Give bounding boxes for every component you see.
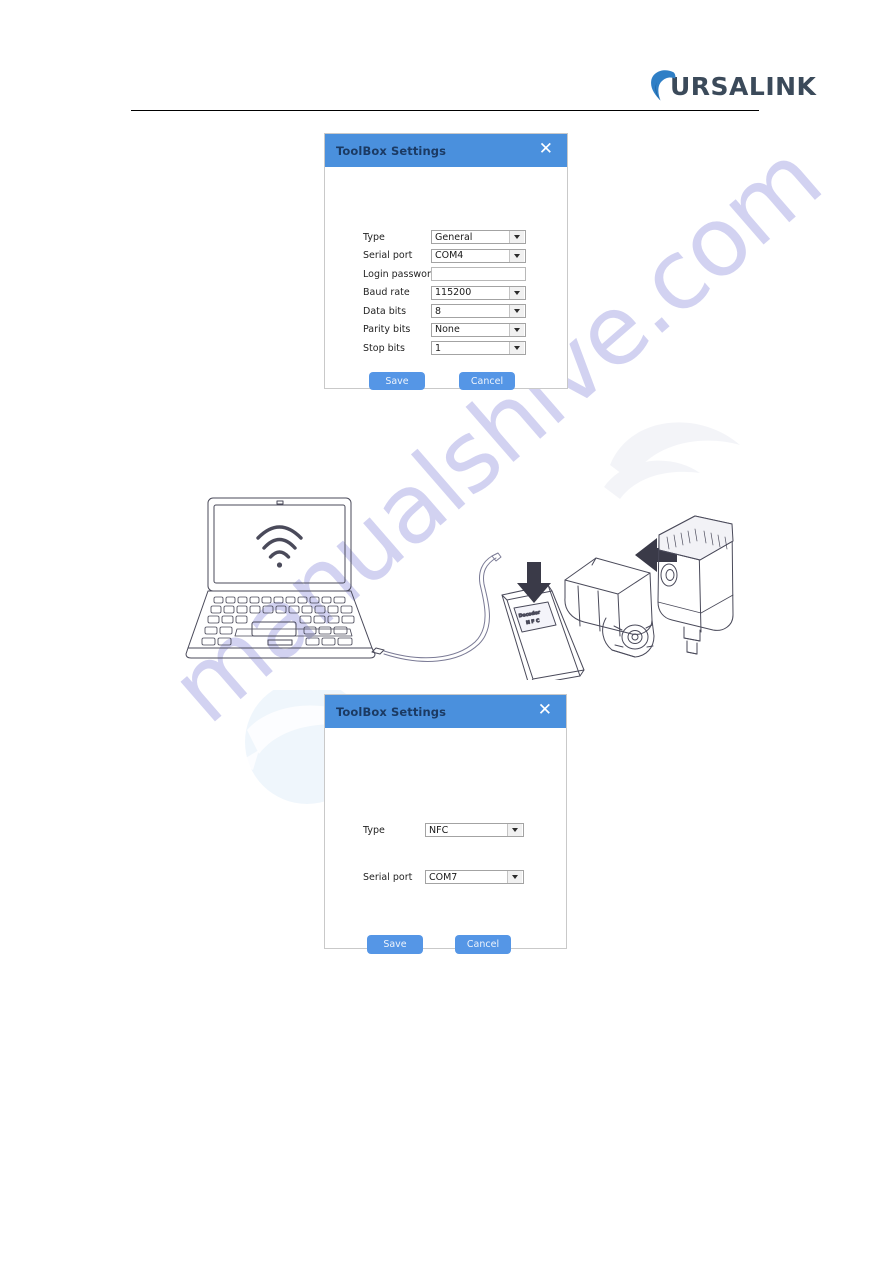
field-label-type: Type	[363, 231, 385, 243]
cancel-button[interactable]: Cancel	[459, 372, 515, 390]
field-row-serial-port: Serial port COM7	[363, 868, 524, 886]
dialog-actions: Save Cancel	[369, 372, 529, 390]
chevron-down-icon[interactable]	[509, 305, 524, 318]
sensor-module-icon	[657, 515, 734, 655]
ursalink-swoosh-icon	[651, 70, 676, 101]
field-label-parity-bits: Parity bits	[363, 324, 411, 336]
field-row-stop-bits: Stop bits 1	[363, 339, 526, 358]
parity-bits-dropdown[interactable]: None	[431, 322, 526, 337]
dialog-body: Type NFC Serial port COM7 Save Cancel	[325, 728, 566, 954]
type-dropdown[interactable]: NFC	[425, 823, 524, 837]
serial-port-value: COM4	[435, 250, 464, 262]
parity-bits-value: None	[435, 324, 460, 336]
dialog-title: ToolBox Settings	[336, 704, 447, 719]
chevron-down-icon[interactable]	[509, 231, 524, 244]
serial-port-dropdown[interactable]: COM4	[431, 248, 526, 263]
chevron-down-icon[interactable]	[509, 342, 524, 355]
chevron-down-icon[interactable]	[507, 824, 522, 836]
page-header: URSALINK	[0, 0, 893, 130]
dialog-body: Type General Serial port COM4 Login pass…	[325, 167, 567, 390]
field-row-data-bits: Data bits 8	[363, 302, 526, 321]
dialog-titlebar: ToolBox Settings ✕	[325, 134, 567, 167]
field-label-serial-port: Serial port	[363, 250, 413, 262]
stop-bits-dropdown[interactable]: 1	[431, 341, 526, 356]
wifi-icon	[256, 525, 303, 559]
field-row-parity-bits: Parity bits None	[363, 321, 526, 340]
field-row-serial-port: Serial port COM4	[363, 247, 526, 266]
field-row-type: Type General	[363, 228, 526, 247]
login-password-input[interactable]	[431, 267, 526, 282]
document-page: manualshive.com URSALINK ToolBox Setting…	[0, 0, 893, 1263]
field-row-baud-rate: Baud rate 115200	[363, 284, 526, 303]
field-label-data-bits: Data bits	[363, 305, 407, 317]
toolbox-settings-dialog-nfc: ToolBox Settings ✕ Type NFC Serial port …	[324, 694, 567, 954]
close-icon[interactable]: ✕	[536, 702, 554, 721]
dialog-actions: Save Cancel	[367, 935, 537, 954]
type-value: NFC	[429, 824, 449, 836]
stop-bits-value: 1	[435, 342, 442, 354]
field-label-stop-bits: Stop bits	[363, 342, 405, 354]
field-row-type: Type NFC	[363, 821, 524, 839]
laptop-line-drawing	[185, 497, 376, 659]
chevron-down-icon[interactable]	[509, 286, 524, 299]
wifi-dot-icon	[276, 562, 283, 568]
dialog-titlebar: ToolBox Settings ✕	[325, 695, 566, 728]
toolbox-settings-dialog-general: ToolBox Settings ✕ Type General Serial p…	[324, 133, 568, 390]
cancel-button[interactable]: Cancel	[455, 935, 511, 954]
nfc-reader-pad-icon	[501, 584, 585, 680]
header-divider	[131, 110, 759, 111]
serial-port-value: COM7	[429, 871, 458, 883]
valve-actuator-icon	[564, 557, 655, 658]
close-icon[interactable]: ✕	[537, 141, 555, 160]
brand-logo: URSALINK	[650, 66, 816, 106]
chevron-down-icon[interactable]	[509, 323, 524, 336]
baud-rate-value: 115200	[435, 287, 472, 299]
baud-rate-dropdown[interactable]: 115200	[431, 285, 526, 300]
chevron-down-icon[interactable]	[507, 871, 522, 883]
data-bits-value: 8	[435, 305, 442, 317]
usb-cable-icon	[371, 552, 502, 662]
field-label-serial-port: Serial port	[363, 871, 413, 883]
brand-name: URSALINK	[670, 71, 817, 101]
settings-form: Type General Serial port COM4 Login pass…	[363, 228, 526, 358]
field-label-login-password: Login password	[363, 268, 437, 280]
field-row-login-password: Login password	[363, 265, 526, 284]
field-label-type: Type	[363, 824, 385, 836]
save-button[interactable]: Save	[367, 935, 423, 954]
dialog-title: ToolBox Settings	[336, 143, 447, 158]
type-value: General	[435, 231, 473, 243]
serial-port-dropdown[interactable]: COM7	[425, 870, 524, 884]
field-label-baud-rate: Baud rate	[363, 287, 410, 299]
type-dropdown[interactable]: General	[431, 230, 526, 245]
save-button[interactable]: Save	[369, 372, 425, 390]
connection-diagram: Decoder N F C	[180, 480, 740, 680]
data-bits-dropdown[interactable]: 8	[431, 304, 526, 319]
chevron-down-icon[interactable]	[509, 249, 524, 262]
connection-diagram-svg: Decoder N F C	[185, 497, 734, 680]
